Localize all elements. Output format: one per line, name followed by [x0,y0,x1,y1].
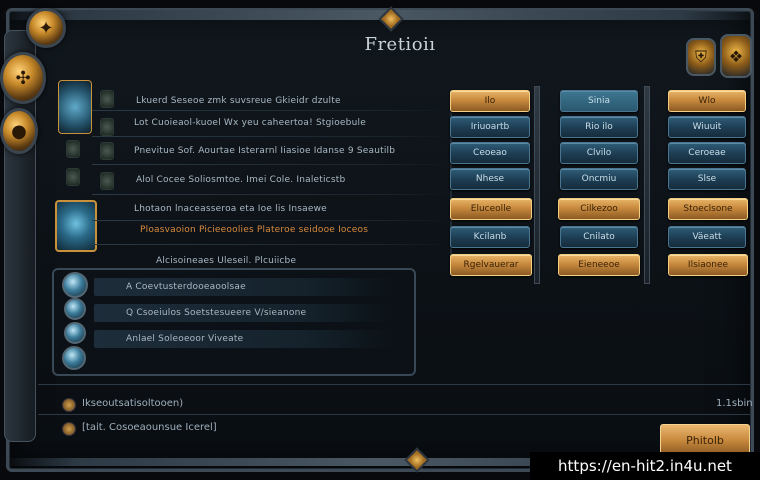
window-title: Fretioiı [364,34,436,55]
skill-orb-icon[interactable] [64,298,86,320]
info-icon [62,422,76,436]
col1-button-4[interactable]: Nhese [450,168,530,190]
row-marker-icon [66,140,80,158]
row-divider [92,164,452,165]
col2-button-3[interactable]: Clvilo [560,142,638,164]
ornate-orb-emblem-icon[interactable]: ● [0,108,38,154]
col3-button-4[interactable]: Slse [668,168,746,190]
column-divider [644,86,650,284]
col3-button-2[interactable]: Wiuuit [668,116,746,138]
col2-button-1[interactable]: Sinia [560,90,638,112]
sub-row-text[interactable]: A Coevtusterdooeaoolsae [126,282,246,292]
col1-button-1[interactable]: Ilo [450,90,530,112]
col2-button-6[interactable]: Cnilato [560,226,638,248]
list-row-text[interactable]: Lhotaon lnaceasseroa eta Ioe lis Insaewe [134,204,327,214]
col1-button-2[interactable]: Iriuoartb [450,116,530,138]
row-divider [92,244,452,245]
footer-divider [38,384,752,385]
col3-button-6[interactable]: Väeatt [668,226,746,248]
list-row-text[interactable]: Pnevitue Sof. Aourtae Isterarnl Iiasioe … [134,146,395,156]
row-divider [92,194,452,195]
list-row-text[interactable]: Lkuerd Seseoe zmk suvsreue Gkieidr dzult… [136,96,341,106]
footer-info-text: [tait. Cosoeaounsue Icerel] [82,422,217,433]
status-icon [62,398,76,412]
column-divider [534,86,540,284]
skill-orb-icon[interactable] [62,346,86,370]
skill-orb-icon[interactable] [64,322,86,344]
col3-button-5[interactable]: Stoeclsone [668,198,748,220]
col1-button-6[interactable]: Kcilanb [450,226,530,248]
row-divider [92,136,452,137]
row-divider [92,110,452,111]
footer-right-value: 1.1sbin [716,398,753,409]
col1-button-5[interactable]: Eluceolle [450,198,532,220]
list-row-text[interactable]: Alcisoineaes Uleseil. Plcuiicbe [156,256,296,266]
footer-divider [38,414,752,415]
list-row-text[interactable]: Alol Cocee Soliosmtoe. Imei Cole. Inalet… [136,175,345,185]
watermark-url: https://en-hit2.in4u.net [530,452,760,480]
row-marker-icon [100,118,114,136]
row-marker-icon [100,142,114,160]
col1-button-3[interactable]: Ceoeao [450,142,530,164]
sub-row-text[interactable]: Anlael Soleoeoor Viveate [126,334,243,344]
row-divider [92,220,452,221]
col2-button-7[interactable]: Eieneeoe [558,254,640,276]
col3-button-7[interactable]: Ilsiaonee [668,254,748,276]
ornate-cross-emblem-icon[interactable]: ✣ [0,52,46,104]
crest-badge-icon[interactable]: ❖ [720,34,752,78]
row-marker-icon [66,168,80,186]
gear-medallion-icon[interactable]: ✦ [26,8,66,48]
list-row-text-highlighted[interactable]: Ploasvaoion Picieeoolies Plateroe seidoo… [140,225,368,235]
row-marker-icon [100,90,114,108]
col3-button-3[interactable]: Ceroeae [668,142,746,164]
list-row-text[interactable]: Lot Cuoieaol-kuoel Wx yeu caheertoa! Stg… [134,118,366,128]
col2-button-2[interactable]: Rio ilo [560,116,638,138]
character-portrait-icon[interactable] [58,80,92,134]
hero-portrait-icon[interactable] [55,200,97,252]
footer-status-text: Ikseoutsatisoltooen) [82,398,184,409]
col2-button-4[interactable]: Oncmiu [560,168,638,190]
col2-button-5[interactable]: Cilkezoo [558,198,640,220]
row-marker-icon [100,172,114,190]
skill-orb-icon[interactable] [62,272,88,298]
col1-button-7[interactable]: Rgelvauerar [450,254,532,276]
sub-row-text[interactable]: Q Csoeiulos Soetstesueere V/sieanone [126,308,306,318]
col3-button-1[interactable]: Wlo [668,90,746,112]
shield-badge-icon[interactable]: ⛨ [686,38,716,76]
